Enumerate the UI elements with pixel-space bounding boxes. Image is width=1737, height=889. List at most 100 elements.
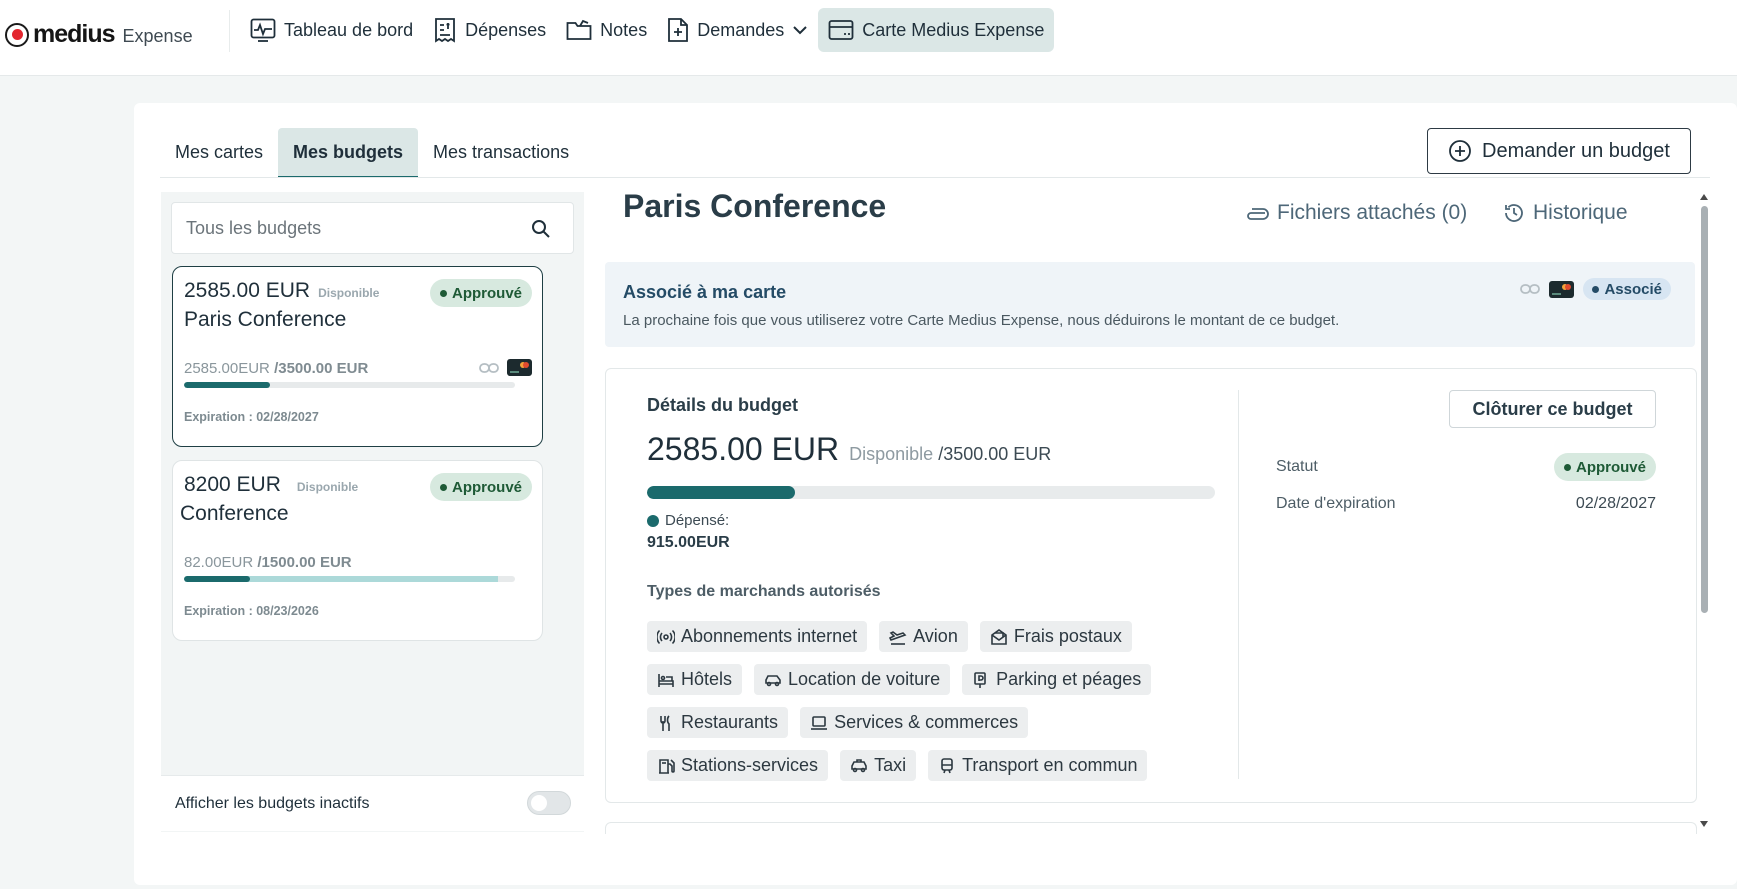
budget-expiration: Expiration : 08/23/2026 — [184, 604, 319, 618]
request-budget-button[interactable]: Demander un budget — [1427, 128, 1691, 174]
budget-amount-value: 2585.00 EUR — [184, 279, 311, 302]
budget-detail-title: Paris Conference — [623, 188, 887, 224]
merchant-type-chip: Stations-services — [647, 750, 829, 781]
card-association-banner: Associé à ma carte La prochaine fois que… — [605, 262, 1695, 347]
merchant-type-label: Frais postaux — [1013, 626, 1122, 646]
nav-item-dashboard[interactable]: Tableau de bord — [240, 8, 423, 52]
attachments-link[interactable]: Fichiers attachés (0) — [1245, 201, 1467, 225]
status-badge-label: Approuvé — [452, 478, 523, 496]
details-divider — [1238, 390, 1239, 779]
associated-badge: Associé — [1583, 278, 1671, 300]
budget-total: /3500.00 EUR — [274, 360, 369, 377]
merchant-type-label: Location de voiture — [788, 669, 941, 689]
wifi-icon — [657, 628, 675, 646]
merchant-type-chip: Transport en commun — [928, 750, 1148, 781]
nav-item-notes[interactable]: Notes — [556, 8, 657, 52]
tab-my-budgets[interactable]: Mes budgets — [278, 128, 419, 178]
budget-card-amount: 2585.00 EUR Disponible — [184, 279, 379, 303]
budget-remaining: 2585.00EUR — [184, 360, 270, 377]
close-budget-button[interactable]: Clôturer ce budget — [1449, 390, 1656, 428]
associated-badge-label: Associé — [1604, 280, 1662, 298]
assoc-icons: Associé — [1520, 278, 1671, 300]
assoc-description: La prochaine fois que vous utiliserez vo… — [623, 312, 1340, 329]
nav-item-requests[interactable]: Demandes — [657, 8, 818, 52]
chevron-down-icon[interactable] — [792, 25, 808, 35]
merchant-type-chip: Avion — [879, 621, 968, 652]
tab-my-cards[interactable]: Mes cartes — [160, 128, 278, 178]
merchant-type-label: Parking et péages — [996, 669, 1142, 689]
next-section-card — [605, 822, 1697, 834]
nav-divider — [229, 10, 230, 52]
history-link[interactable]: Historique — [1503, 201, 1628, 225]
search-icon[interactable] — [531, 219, 551, 239]
scroll-down-icon[interactable] — [1700, 821, 1708, 829]
plane-icon — [889, 628, 907, 646]
budget-card-name: Paris Conference — [184, 308, 347, 331]
budget-detail-amount: 2585.00 EUR Disponible /3500.00 EUR — [647, 431, 1051, 468]
mail-icon — [990, 628, 1008, 646]
parking-icon — [972, 671, 990, 689]
merchant-type-chip: Abonnements internet — [647, 621, 868, 652]
detail-amount-value: 2585.00 EUR — [647, 431, 840, 467]
merchant-types-list: Abonnements internet Avion Frais postaux Hô… — [647, 621, 1207, 781]
merchant-type-label: Avion — [913, 626, 958, 646]
budget-card-name: Conference — [180, 502, 289, 525]
credit-card-icon — [828, 19, 854, 41]
merchant-type-label: Stations-services — [681, 755, 819, 775]
payment-card-icon — [1549, 280, 1575, 298]
request-budget-label: Demander un budget — [1482, 139, 1670, 162]
expenses-icon — [433, 17, 457, 43]
paperclip-icon — [1245, 205, 1269, 221]
budget-remaining: 82.00EUR — [184, 554, 254, 571]
request-icon — [667, 17, 689, 43]
merchant-type-chip: Frais postaux — [979, 621, 1132, 652]
nav-item-expenses[interactable]: Dépenses — [423, 8, 556, 52]
folder-icon — [566, 19, 592, 41]
tabs-divider — [160, 177, 1710, 178]
merchant-type-chip: Location de voiture — [754, 664, 951, 695]
budget-card-amounts: 2585.00EUR /3500.00 EUR — [184, 360, 368, 377]
detail-progress-bar — [647, 486, 1215, 499]
link-icon — [479, 362, 499, 374]
dashboard-icon — [250, 18, 276, 42]
budget-card[interactable]: 2585.00 EUR Disponible Approuvé Paris Con… — [172, 266, 543, 447]
scrollbar-thumb[interactable] — [1701, 206, 1708, 613]
merchant-type-chip: Parking et péages — [962, 664, 1152, 695]
car-icon — [764, 671, 782, 689]
budget-details-card: Détails du budget 2585.00 EUR Disponible… — [605, 368, 1697, 803]
budget-progress-bar — [184, 382, 515, 388]
scroll-up-icon[interactable] — [1700, 194, 1708, 202]
nav-item-label: Notes — [600, 19, 648, 40]
merchant-type-label: Taxi — [874, 755, 907, 775]
history-label: Historique — [1533, 201, 1628, 224]
fuel-icon — [657, 757, 675, 775]
nav-item-label: Dépenses — [465, 19, 547, 40]
merchant-type-label: Abonnements internet — [681, 626, 858, 646]
expiration-value: 02/28/2027 — [1575, 495, 1656, 512]
medius-logo[interactable]: medius Expense — [5, 20, 193, 49]
merchant-type-label: Hôtels — [681, 669, 733, 689]
merchant-type-label: Transport en commun — [962, 755, 1138, 775]
taxi-icon — [850, 757, 868, 775]
plus-circle-icon — [1448, 139, 1472, 163]
budget-card[interactable]: 8200 EUR Disponible Approuvé Conference 8… — [172, 460, 543, 641]
history-icon — [1503, 202, 1525, 224]
spent-legend: Dépensé: — [647, 512, 729, 529]
detail-progress-fill — [647, 486, 795, 499]
nav-item-label: Carte Medius Expense — [862, 19, 1045, 40]
assoc-title: Associé à ma carte — [623, 282, 787, 302]
budget-search-input[interactable] — [186, 203, 516, 253]
spent-label: Dépensé: — [665, 512, 730, 529]
spent-value: 915.00EUR — [647, 534, 730, 551]
status-badge-label: Approuvé — [1575, 458, 1646, 476]
nav-item-card[interactable]: Carte Medius Expense — [818, 8, 1055, 52]
status-badge: Approuvé — [1553, 453, 1656, 481]
main-nav: Tableau de bord Dépenses Notes Demandes … — [240, 8, 1055, 52]
merchant-types-label: Types de marchands autorisés — [647, 583, 881, 600]
budget-amount-value: 8200 EUR — [184, 473, 281, 496]
inactive-budgets-toggle[interactable] — [527, 791, 571, 815]
laptop-icon — [810, 714, 828, 732]
tab-my-transactions[interactable]: Mes transactions — [418, 128, 584, 178]
hotel-icon — [657, 671, 675, 689]
budget-progress-fill — [184, 382, 271, 388]
